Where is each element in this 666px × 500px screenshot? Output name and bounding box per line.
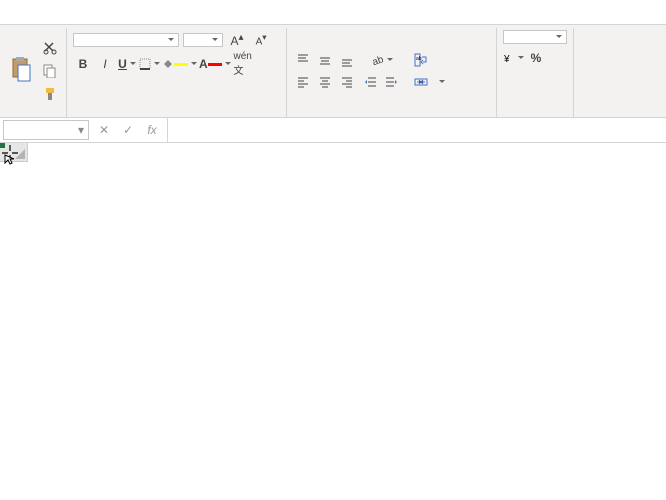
- cancel-formula-button[interactable]: ✕: [93, 120, 115, 140]
- svg-text:ab: ab: [416, 56, 422, 62]
- brush-icon: [43, 87, 57, 101]
- align-group-label: [293, 111, 490, 115]
- border-icon: [139, 58, 151, 70]
- copy-icon: [43, 64, 57, 78]
- select-all-corner[interactable]: [0, 143, 28, 162]
- ribbon-tabs: [0, 0, 666, 25]
- phonetic-button[interactable]: wén文: [233, 54, 253, 74]
- increase-indent-button[interactable]: [381, 72, 401, 92]
- orientation-icon: ab: [370, 53, 384, 67]
- percent-button[interactable]: %: [526, 48, 546, 68]
- ribbon: A▴ A▾ B I U A wén文: [0, 25, 666, 118]
- insert-function-button[interactable]: fx: [141, 120, 163, 140]
- wrap-icon: ab: [414, 53, 428, 67]
- align-center-button[interactable]: [315, 72, 335, 92]
- font-size-select[interactable]: [183, 33, 223, 47]
- format-painter-button[interactable]: [40, 84, 60, 104]
- font-color-button[interactable]: A: [199, 54, 231, 74]
- align-left-button[interactable]: [293, 72, 313, 92]
- font-group-label: [73, 111, 280, 115]
- align-middle-button[interactable]: [315, 50, 335, 70]
- merge-icon: [414, 75, 428, 89]
- align-bottom-button[interactable]: [337, 50, 357, 70]
- font-family-select[interactable]: [73, 33, 179, 47]
- group-font: A▴ A▾ B I U A wén文: [67, 28, 287, 117]
- paste-button[interactable]: [6, 54, 36, 88]
- underline-button[interactable]: U: [117, 54, 137, 74]
- orientation-button[interactable]: ab: [361, 50, 401, 70]
- copy-button[interactable]: [40, 61, 60, 81]
- cut-button[interactable]: [40, 38, 60, 58]
- group-clipboard: [0, 28, 67, 117]
- increase-font-button[interactable]: A▴: [227, 30, 247, 50]
- currency-icon: ¥: [503, 52, 515, 64]
- svg-text:¥: ¥: [503, 54, 510, 64]
- decrease-indent-button[interactable]: [361, 72, 381, 92]
- enter-formula-button[interactable]: ✓: [117, 120, 139, 140]
- bucket-icon: [162, 58, 174, 70]
- wrap-text-button[interactable]: ab: [409, 50, 450, 70]
- italic-button[interactable]: I: [95, 54, 115, 74]
- fill-color-button[interactable]: [162, 54, 197, 74]
- align-right-button[interactable]: [337, 72, 357, 92]
- svg-text:ab: ab: [370, 53, 383, 66]
- number-format-select[interactable]: [503, 30, 567, 44]
- clipboard-group-label: [6, 111, 60, 115]
- scissors-icon: [43, 41, 57, 55]
- number-group-label: [503, 111, 567, 115]
- accounting-format-button[interactable]: ¥: [503, 48, 524, 68]
- group-number: ¥ %: [497, 28, 574, 117]
- decrease-font-button[interactable]: A▾: [251, 30, 271, 50]
- clipboard-icon: [9, 57, 33, 85]
- group-align: ab ab: [287, 28, 497, 117]
- formula-bar[interactable]: [167, 118, 666, 142]
- border-button[interactable]: [139, 54, 160, 74]
- formula-bar-row: ▾ ✕ ✓ fx: [0, 118, 666, 143]
- name-box[interactable]: ▾: [3, 120, 89, 140]
- bold-button[interactable]: B: [73, 54, 93, 74]
- align-top-button[interactable]: [293, 50, 313, 70]
- merge-center-button[interactable]: [409, 72, 450, 92]
